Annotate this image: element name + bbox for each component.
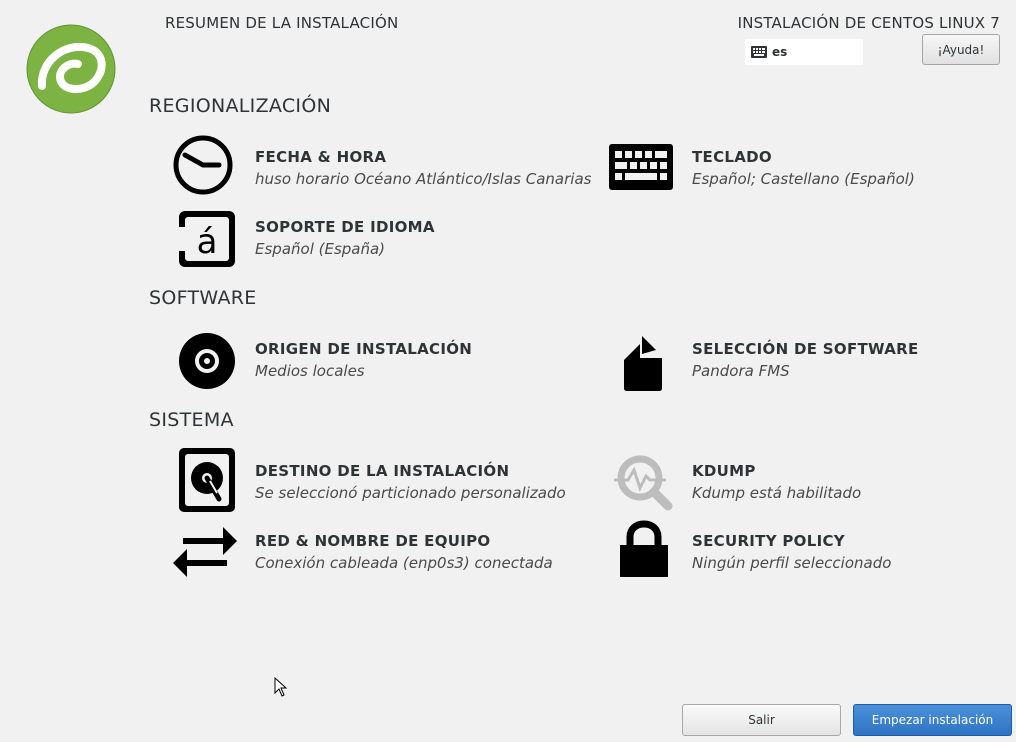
spoke-keyboard-title[interactable]: TECLADO — [692, 148, 772, 166]
network-icon[interactable] — [173, 520, 237, 584]
spoke-datetime-title[interactable]: FECHA & HORA — [255, 148, 386, 166]
begin-installation-button[interactable]: Empezar instalación — [853, 704, 1012, 736]
svg-text:á: á — [197, 222, 218, 262]
harddisk-icon[interactable] — [173, 448, 237, 512]
mouse-cursor-icon — [274, 676, 288, 701]
spoke-datetime-status: huso horario Océano Atlántico/Islas Cana… — [255, 170, 592, 188]
lock-icon[interactable] — [610, 518, 674, 582]
spoke-kdump-status: Kdump está habilitado — [692, 484, 862, 502]
package-icon[interactable] — [610, 330, 674, 394]
spoke-destination-title[interactable]: DESTINO DE LA INSTALACIÓN — [255, 462, 509, 480]
spoke-network-status: Conexión cableada (enp0s3) conectada — [255, 554, 553, 572]
keyboard-icon[interactable] — [609, 135, 673, 199]
section-localization: REGIONALIZACIÓN — [149, 95, 332, 117]
clock-icon[interactable] — [171, 133, 235, 197]
page-title: RESUMEN DE LA INSTALACIÓN — [165, 14, 399, 32]
keyboard-layout-label: es — [772, 45, 788, 59]
spoke-security-title[interactable]: SECURITY POLICY — [692, 532, 845, 550]
spoke-kdump-title[interactable]: KDUMP — [692, 462, 756, 480]
section-software: SOFTWARE — [149, 287, 257, 309]
spoke-keyboard-status: Español; Castellano (Español) — [692, 170, 915, 188]
spoke-language-status: Español (España) — [255, 240, 386, 258]
spoke-network-title[interactable]: RED & NOMBRE DE EQUIPO — [255, 532, 490, 550]
quit-button[interactable]: Salir — [682, 704, 841, 736]
disc-icon[interactable] — [173, 327, 237, 391]
section-system: SISTEMA — [149, 409, 234, 431]
spoke-language-title[interactable]: SOPORTE DE IDIOMA — [255, 218, 435, 236]
product-title: INSTALACIÓN DE CENTOS LINUX 7 — [737, 14, 1000, 32]
help-button[interactable]: ¡Ayuda! — [922, 34, 1000, 65]
spoke-software-title[interactable]: SELECCIÓN DE SOFTWARE — [692, 340, 919, 358]
keyboard-small-icon — [751, 43, 767, 62]
language-icon[interactable]: á — [173, 205, 237, 269]
kdump-icon[interactable] — [610, 450, 674, 514]
pandora-logo — [26, 24, 116, 114]
spoke-software-status: Pandora FMS — [692, 362, 790, 380]
keyboard-layout-indicator[interactable]: es — [745, 39, 863, 65]
spoke-security-status: Ningún perfil seleccionado — [692, 554, 892, 572]
spoke-destination-status: Se seleccionó particionado personalizado — [255, 484, 566, 502]
spoke-source-title[interactable]: ORIGEN DE INSTALACIÓN — [255, 340, 472, 358]
spoke-source-status: Medios locales — [255, 362, 365, 380]
